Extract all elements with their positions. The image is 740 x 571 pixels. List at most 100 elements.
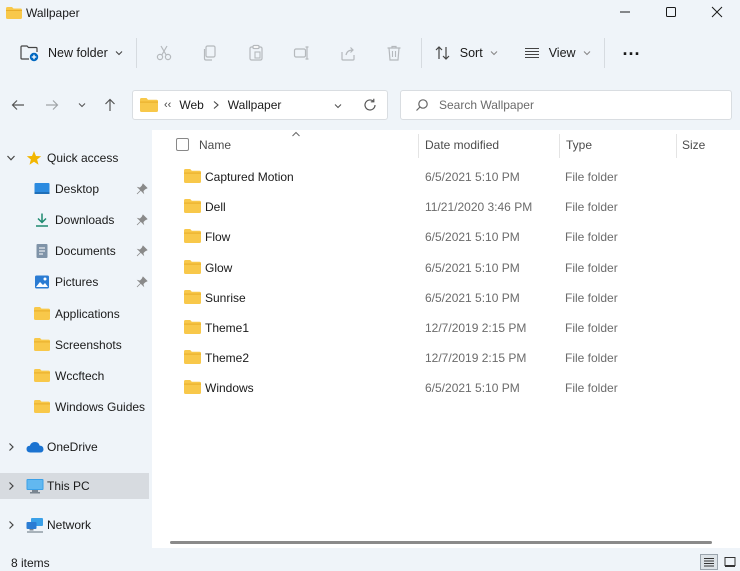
share-button[interactable] <box>325 36 371 70</box>
close-button[interactable] <box>694 0 740 24</box>
recent-locations-button[interactable] <box>72 95 92 115</box>
breadcrumb-overflow[interactable]: ‹‹ <box>164 99 171 111</box>
file-row[interactable]: Theme1 12/7/2019 2:15 PM File folder <box>160 312 732 342</box>
search-placeholder: Search Wallpaper <box>439 98 534 112</box>
file-row[interactable]: Dell 11/21/2020 3:46 PM File folder <box>160 191 732 221</box>
chevron-right-icon[interactable] <box>6 481 16 491</box>
divider <box>135 38 137 68</box>
file-type: File folder <box>565 321 618 335</box>
folder-icon <box>34 400 50 413</box>
nav-item-pictures[interactable]: Pictures <box>0 269 149 295</box>
paste-button[interactable] <box>233 36 279 70</box>
nav-label: OneDrive <box>47 440 98 454</box>
copy-button[interactable] <box>187 36 233 70</box>
pin-icon[interactable] <box>136 245 148 257</box>
pin-icon[interactable] <box>136 276 148 288</box>
picture-icon <box>35 275 49 289</box>
network-icon <box>26 518 43 533</box>
file-row[interactable]: Windows 6/5/2021 5:10 PM File folder <box>160 372 732 402</box>
computer-icon <box>26 479 44 494</box>
file-date: 6/5/2021 5:10 PM <box>425 381 520 396</box>
file-row[interactable]: Flow 6/5/2021 5:10 PM File folder <box>160 221 732 251</box>
new-folder-button[interactable]: New folder <box>12 36 132 70</box>
arrow-left-icon <box>11 100 24 110</box>
up-button[interactable] <box>100 95 120 115</box>
chevron-right-icon[interactable] <box>6 520 16 530</box>
nav-label: Windows Guides <box>55 400 146 414</box>
rename-button[interactable] <box>279 36 325 70</box>
nav-item-wccftech[interactable]: Wccftech <box>0 363 149 389</box>
more-options-button[interactable]: ... <box>609 36 655 70</box>
column-header-type[interactable]: Type <box>566 130 592 160</box>
chevron-down-icon[interactable] <box>114 48 124 58</box>
title-bar: Wallpaper <box>0 0 740 26</box>
paste-icon <box>249 44 263 61</box>
column-label: Name <box>199 138 232 152</box>
folder-icon <box>184 169 201 183</box>
desktop-icon <box>34 183 50 194</box>
folder-icon <box>6 7 22 19</box>
maximize-icon <box>666 7 676 17</box>
view-icon <box>524 47 539 59</box>
minimize-button[interactable] <box>602 0 648 24</box>
cut-button[interactable] <box>141 36 187 70</box>
nav-item-desktop[interactable]: Desktop <box>0 176 149 202</box>
address-bar[interactable]: ‹‹ Web Wallpaper <box>132 90 388 120</box>
column-divider[interactable] <box>676 134 677 158</box>
forward-button[interactable] <box>42 95 62 115</box>
column-header-size[interactable]: Size <box>682 130 705 160</box>
chevron-right-icon[interactable] <box>6 442 16 452</box>
file-row[interactable]: Theme2 12/7/2019 2:15 PM File folder <box>160 342 732 372</box>
large-icons-view-button[interactable] <box>721 554 739 570</box>
file-date: 6/5/2021 5:10 PM <box>425 230 520 245</box>
nav-item-documents[interactable]: Documents <box>0 238 149 264</box>
nav-item-downloads[interactable]: Downloads <box>0 207 149 233</box>
file-type: File folder <box>565 351 618 366</box>
file-type: File folder <box>565 230 618 245</box>
back-button[interactable] <box>8 95 28 115</box>
nav-item-onedrive[interactable]: OneDrive <box>0 434 149 460</box>
rename-icon <box>293 46 309 60</box>
new-folder-label: New folder <box>48 46 108 60</box>
nav-label: Quick access <box>47 151 119 165</box>
nav-item-windows-guides[interactable]: Windows Guides <box>0 394 149 420</box>
file-date: 12/7/2019 2:15 PM <box>425 351 527 366</box>
file-type: File folder <box>565 290 618 305</box>
nav-item-quick-access[interactable]: Quick access <box>0 145 149 171</box>
breadcrumb-wallpaper[interactable]: Wallpaper <box>228 98 282 112</box>
nav-label: Network <box>47 518 92 532</box>
nav-label: Desktop <box>55 182 100 196</box>
share-icon <box>341 47 355 61</box>
column-divider[interactable] <box>559 134 560 158</box>
file-name: Dell <box>205 200 226 215</box>
nav-item-applications[interactable]: Applications <box>0 301 149 327</box>
file-row[interactable]: Sunrise 6/5/2021 5:10 PM File folder <box>160 282 732 312</box>
view-button[interactable]: View <box>515 36 600 70</box>
select-all-checkbox[interactable] <box>176 138 189 151</box>
nav-item-this-pc[interactable]: This PC <box>0 473 149 499</box>
refresh-icon[interactable] <box>363 98 377 112</box>
pin-icon[interactable] <box>136 214 148 226</box>
column-header-date[interactable]: Date modified <box>425 130 499 160</box>
file-row[interactable]: Captured Motion 6/5/2021 5:10 PM File fold… <box>160 161 732 191</box>
file-type: File folder <box>565 200 618 215</box>
breadcrumb-web[interactable]: Web <box>179 98 203 112</box>
file-row[interactable]: Glow 6/5/2021 5:10 PM File folder <box>160 252 732 282</box>
delete-button[interactable] <box>371 36 417 70</box>
sort-button[interactable]: Sort <box>426 36 507 70</box>
column-divider[interactable] <box>418 134 419 158</box>
maximize-button[interactable] <box>648 0 694 24</box>
column-header-name[interactable]: Name <box>199 130 231 160</box>
chevron-down-icon[interactable] <box>6 153 16 163</box>
details-view-button[interactable] <box>700 554 718 570</box>
nav-item-screenshots[interactable]: Screenshots <box>0 332 149 358</box>
horizontal-scrollbar[interactable] <box>170 541 712 544</box>
nav-label: Pictures <box>55 275 99 289</box>
folder-icon <box>184 259 201 274</box>
pin-icon[interactable] <box>136 183 148 195</box>
minimize-icon <box>620 11 630 13</box>
search-box[interactable]: Search Wallpaper <box>400 90 732 120</box>
file-type: File folder <box>565 260 618 275</box>
chevron-down-icon[interactable] <box>333 101 343 111</box>
nav-item-network[interactable]: Network <box>0 512 149 538</box>
